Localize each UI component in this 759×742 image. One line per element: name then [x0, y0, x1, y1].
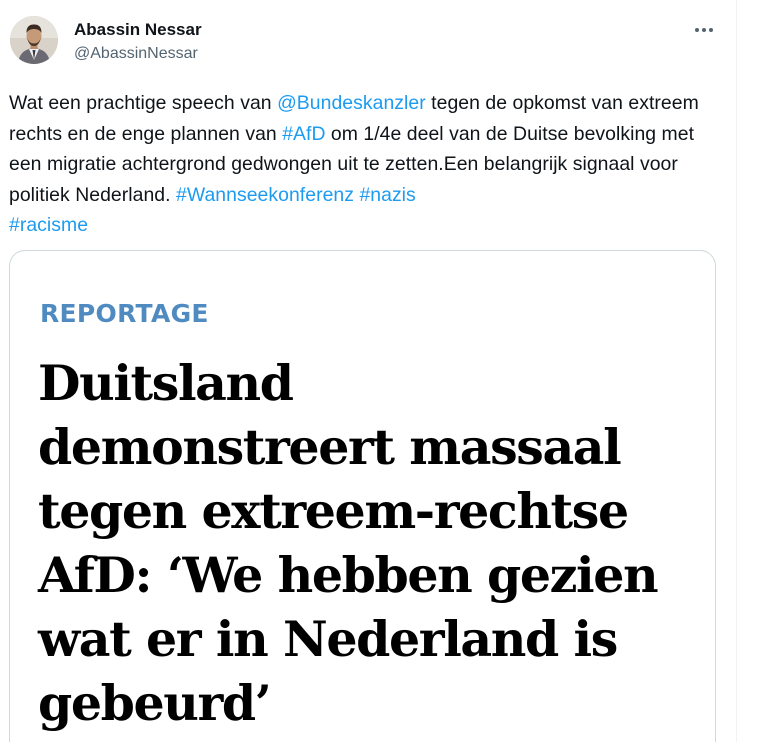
hashtag-link[interactable]: #nazis	[359, 184, 415, 206]
avatar[interactable]	[10, 16, 58, 64]
profile-photo-icon	[10, 16, 58, 64]
headline-line: demonstreert massaal	[38, 418, 622, 476]
headline-line: gebeurd’	[38, 674, 272, 732]
tweet-text-segment: Wat een prachtige speech van	[9, 92, 278, 114]
headline-line: AfD: ‘We hebben gezien	[38, 546, 659, 604]
headline-line: wat er in Nederland is	[38, 610, 618, 668]
hashtag-link[interactable]: #Wannseekonferenz	[176, 184, 354, 206]
tweet-text: Wat een prachtige speech van @Bundeskanz…	[9, 88, 709, 241]
more-options-button[interactable]	[690, 18, 718, 42]
card-headline: Duitsland demonstreert massaal tegen ext…	[38, 351, 708, 735]
author-handle[interactable]: @AbassinNessar	[74, 45, 198, 63]
card-kicker: REPORTAGE	[40, 299, 209, 328]
author-name[interactable]: Abassin Nessar	[74, 20, 202, 40]
hashtag-link[interactable]: #AfD	[282, 123, 325, 145]
media-card[interactable]: REPORTAGE Duitsland demonstreert massaal…	[9, 250, 716, 742]
tweet[interactable]: Abassin Nessar @AbassinNessar Wat een pr…	[0, 0, 736, 742]
mention-link[interactable]: @Bundeskanzler	[277, 92, 426, 114]
column-divider	[736, 0, 737, 742]
ellipsis-icon	[695, 28, 713, 32]
headline-line: Duitsland	[38, 354, 294, 412]
headline-line: tegen extreem-rechtse	[38, 482, 629, 540]
hashtag-link[interactable]: #racisme	[9, 214, 88, 236]
